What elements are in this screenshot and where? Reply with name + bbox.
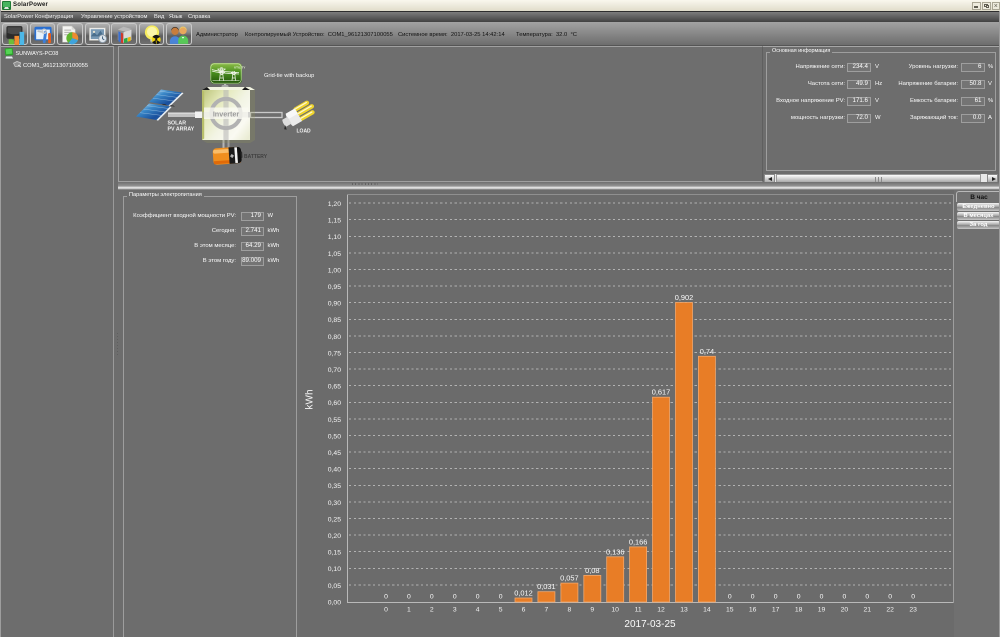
svg-text:0,95: 0,95	[328, 284, 341, 291]
svg-text:2017-03-25: 2017-03-25	[624, 619, 676, 630]
svg-text:0,55: 0,55	[328, 417, 341, 424]
svg-text:0,85: 0,85	[328, 317, 341, 324]
svg-text:15: 15	[726, 607, 734, 614]
svg-text:0,15: 0,15	[328, 550, 341, 557]
svg-text:0: 0	[384, 594, 388, 601]
svg-text:0: 0	[499, 594, 503, 601]
svg-text:12: 12	[657, 607, 665, 614]
svg-text:0,057: 0,057	[560, 574, 579, 583]
svg-text:5: 5	[499, 607, 503, 614]
svg-text:8: 8	[568, 607, 572, 614]
svg-text:UTILITY: UTILITY	[234, 66, 245, 70]
svg-text:0: 0	[407, 594, 411, 601]
svg-text:0,617: 0,617	[652, 388, 671, 397]
svg-text:4: 4	[476, 607, 480, 614]
svg-text:20: 20	[841, 607, 849, 614]
svg-text:1,20: 1,20	[328, 201, 341, 208]
svg-text:0: 0	[751, 594, 755, 601]
svg-text:17: 17	[772, 607, 780, 614]
svg-text:0,10: 0,10	[328, 566, 341, 573]
svg-text:0,031: 0,031	[537, 582, 556, 591]
svg-text:22: 22	[886, 607, 894, 614]
svg-text:14: 14	[703, 607, 711, 614]
svg-text:1,10: 1,10	[328, 234, 341, 241]
svg-text:0: 0	[728, 594, 732, 601]
svg-text:13: 13	[680, 607, 688, 614]
svg-text:0: 0	[911, 594, 915, 601]
svg-text:0,40: 0,40	[328, 467, 341, 474]
svg-text:PV ARRAY: PV ARRAY	[168, 127, 195, 133]
svg-text:Inverter: Inverter	[213, 110, 240, 119]
svg-text:0,20: 0,20	[328, 533, 341, 540]
svg-text:BATTERY: BATTERY	[244, 154, 268, 160]
svg-text:0,012: 0,012	[514, 589, 533, 598]
svg-text:LOAD: LOAD	[297, 129, 312, 135]
svg-text:0,05: 0,05	[328, 583, 341, 590]
svg-text:0: 0	[476, 594, 480, 601]
svg-text:0,80: 0,80	[328, 334, 341, 341]
svg-text:10: 10	[611, 607, 619, 614]
svg-text:0,70: 0,70	[328, 367, 341, 374]
svg-text:18: 18	[795, 607, 803, 614]
svg-text:6: 6	[522, 607, 526, 614]
svg-text:0,45: 0,45	[328, 450, 341, 457]
svg-text:0,902: 0,902	[675, 293, 694, 302]
svg-text:0,65: 0,65	[328, 384, 341, 391]
svg-text:0,30: 0,30	[328, 500, 341, 507]
svg-text:1: 1	[407, 607, 411, 614]
svg-text:0,50: 0,50	[328, 433, 341, 440]
svg-text:9: 9	[590, 607, 594, 614]
svg-text:2: 2	[430, 607, 434, 614]
svg-text:1,00: 1,00	[328, 267, 341, 274]
svg-text:7: 7	[545, 607, 549, 614]
svg-text:3: 3	[453, 607, 457, 614]
svg-text:0,08: 0,08	[585, 566, 599, 575]
svg-text:kWh: kWh	[305, 390, 316, 410]
svg-text:0,166: 0,166	[629, 537, 648, 546]
svg-text:0: 0	[888, 594, 892, 601]
svg-text:11: 11	[635, 607, 642, 614]
svg-text:0,75: 0,75	[328, 350, 341, 357]
svg-text:0,00: 0,00	[328, 599, 341, 606]
svg-text:16: 16	[749, 607, 757, 614]
svg-text:0,136: 0,136	[606, 547, 625, 556]
svg-text:0,25: 0,25	[328, 516, 341, 523]
svg-text:0,74: 0,74	[700, 347, 714, 356]
svg-text:23: 23	[909, 607, 917, 614]
svg-text:21: 21	[864, 607, 872, 614]
svg-text:0: 0	[865, 594, 869, 601]
svg-text:1,05: 1,05	[328, 251, 341, 258]
svg-text:Grid-tie with backup: Grid-tie with backup	[264, 73, 314, 79]
svg-text:0: 0	[843, 594, 847, 601]
svg-text:0: 0	[384, 607, 388, 614]
svg-text:0,90: 0,90	[328, 301, 341, 308]
svg-text:0,60: 0,60	[328, 400, 341, 407]
svg-text:0: 0	[453, 594, 457, 601]
svg-text:0,35: 0,35	[328, 483, 341, 490]
svg-text:1,15: 1,15	[328, 218, 341, 225]
svg-text:19: 19	[818, 607, 826, 614]
svg-text:0: 0	[797, 594, 801, 601]
svg-text:0: 0	[820, 594, 824, 601]
svg-text:0: 0	[774, 594, 778, 601]
svg-text:0: 0	[430, 594, 434, 601]
